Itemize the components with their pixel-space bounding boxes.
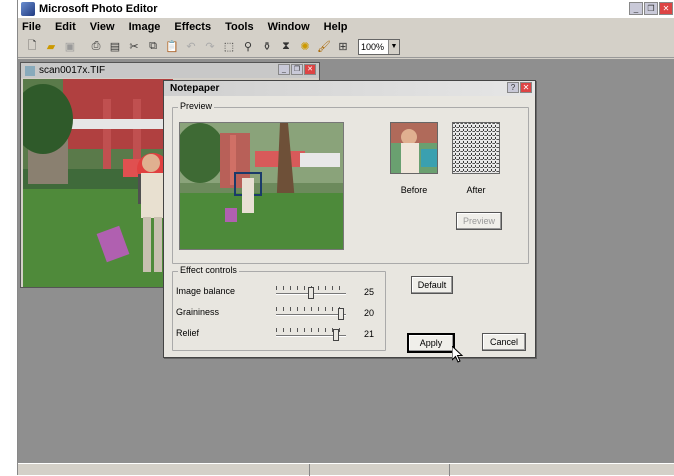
dialog-titlebar[interactable]: Notepaper [164,81,535,96]
zoom-icon[interactable]: ⚲ [240,39,256,55]
menu-bar: File Edit View Image Effects Tools Windo… [18,18,674,36]
select-icon[interactable]: ⬚ [221,39,237,55]
graininess-thumb[interactable] [338,308,345,320]
chevron-down-icon[interactable]: ▼ [388,39,399,54]
before-label: Before [400,185,428,195]
status-cell-size [310,464,450,476]
menu-tools[interactable]: Tools [225,21,254,33]
resize-icon[interactable]: ⊞ [335,39,351,55]
copy-icon[interactable]: ⧉ [145,39,161,55]
mouse-pointer-icon [452,346,464,363]
undo-icon[interactable]: ↶ [183,39,199,55]
restore-button[interactable]: ❐ [644,2,658,15]
after-thumbnail [452,122,500,174]
doc-restore-button[interactable]: ❐ [291,64,303,75]
effects-icon[interactable]: ✺ [297,39,313,55]
menu-window[interactable]: Window [268,21,310,33]
preview-group-label: Preview [178,101,215,111]
preview-button[interactable]: Preview [456,212,502,230]
title-bar: Microsoft Photo Editor _ ❐ ✕ [18,0,674,18]
open-icon[interactable]: ▰ [43,39,59,55]
brush-icon[interactable]: 🖌 [316,39,332,55]
preview-image [179,122,344,250]
slider-ticks [276,307,346,311]
scan-icon[interactable]: ▤ [107,39,123,55]
relief-thumb[interactable] [332,329,339,341]
notepaper-dialog: Notepaper ? ✕ Preview Before After Previ… [163,80,536,358]
document-titlebar[interactable]: scan0017x.TIF [21,63,319,78]
cut-icon[interactable]: ✂ [126,39,142,55]
close-button[interactable]: ✕ [659,2,673,15]
status-cell-main [18,464,310,476]
menu-image[interactable]: Image [129,21,161,33]
menu-help[interactable]: Help [324,21,348,33]
stamp-icon[interactable]: ⚱ [259,39,275,55]
save-icon[interactable]: ▣ [62,39,78,55]
file-icon [25,65,35,76]
graininess-value: 20 [364,308,375,318]
after-label: After [466,185,486,195]
dialog-title: Notepaper [170,83,220,94]
new-icon[interactable]: 🗋 [24,39,40,55]
redo-icon[interactable]: ↷ [202,39,218,55]
paste-icon[interactable]: 📋 [164,39,180,55]
dialog-close-button[interactable]: ✕ [520,82,532,93]
dialog-title-controls: ? ✕ [507,82,532,93]
document-filename: scan0017x.TIF [39,65,106,76]
relief-value: 21 [364,329,375,339]
apply-button[interactable]: Apply [407,333,455,353]
cancel-button[interactable]: Cancel [482,333,526,351]
graininess-row: Graininess 20 [176,306,381,322]
minimize-button[interactable]: _ [629,2,643,15]
menu-edit[interactable]: Edit [55,21,76,33]
photo-editor-app: Microsoft Photo Editor _ ❐ ✕ File Edit V… [17,0,674,476]
image-balance-value: 25 [364,287,375,297]
doc-close-button[interactable]: ✕ [304,64,316,75]
toolbar: 🗋 ▰ ▣ ⎙ ▤ ✂ ⧉ 📋 ↶ ↷ ⬚ ⚲ ⚱ ⧗ ✺ 🖌 ⊞ 100% ▼ [18,36,674,58]
status-bar [18,463,674,476]
menu-view[interactable]: View [90,21,115,33]
image-balance-label: Image balance [176,286,236,296]
menu-effects[interactable]: Effects [174,21,211,33]
zoom-select[interactable]: 100% ▼ [358,38,400,55]
graininess-track[interactable] [276,314,346,316]
document-window-controls: _ ❐ ✕ [278,64,316,75]
image-balance-row: Image balance 25 [176,285,381,301]
doc-minimize-button[interactable]: _ [278,64,290,75]
print-icon[interactable]: ⎙ [88,39,104,55]
zoom-value: 100% [361,41,385,52]
relief-row: Relief 21 [176,327,381,343]
before-thumbnail [390,122,438,174]
window-controls: _ ❐ ✕ [629,2,673,15]
default-button[interactable]: Default [411,276,453,294]
app-title: Microsoft Photo Editor [39,3,158,15]
menu-file[interactable]: File [22,21,41,33]
help-button[interactable]: ? [507,82,519,93]
relief-label: Relief [176,328,200,338]
app-icon [21,2,35,16]
graininess-label: Graininess [176,307,220,317]
filter-icon[interactable]: ⧗ [278,39,294,55]
image-balance-thumb[interactable] [308,287,314,299]
document-photo[interactable] [23,79,173,287]
effect-controls-label: Effect controls [178,265,239,275]
status-cell-info [450,464,674,476]
